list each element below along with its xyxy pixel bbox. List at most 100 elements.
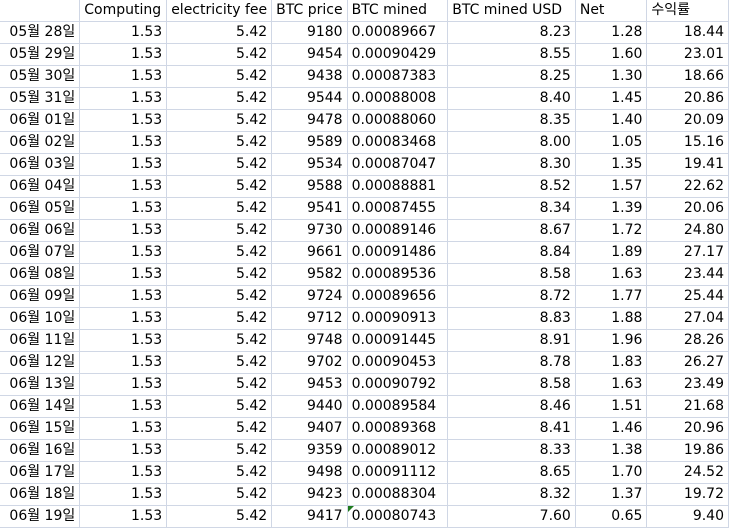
- electricity-fee-cell[interactable]: 5.42: [166, 153, 273, 176]
- electricity-fee-cell[interactable]: 5.42: [166, 65, 273, 88]
- profit-rate-cell[interactable]: 27.04: [646, 307, 729, 330]
- btc-mined-usd-cell[interactable]: 8.65: [447, 461, 576, 484]
- net-cell[interactable]: 1.70: [575, 461, 648, 484]
- btc-mined-usd-cell[interactable]: 8.58: [447, 373, 576, 396]
- profit-rate-cell[interactable]: 19.86: [646, 439, 729, 462]
- btc-mined-cell[interactable]: 0.00090913: [347, 307, 449, 330]
- profit-rate-cell[interactable]: 15.16: [646, 131, 729, 154]
- electricity-fee-cell[interactable]: 5.42: [166, 505, 273, 528]
- profit-rate-cell[interactable]: 26.27: [646, 351, 729, 374]
- computing-cell[interactable]: 1.53: [79, 21, 168, 44]
- net-cell[interactable]: 0.65: [575, 505, 648, 528]
- net-cell[interactable]: 1.63: [575, 263, 648, 286]
- computing-cell[interactable]: 1.53: [79, 373, 168, 396]
- date-cell[interactable]: 06월 09일: [0, 285, 81, 308]
- btc-mined-usd-cell[interactable]: 8.34: [447, 197, 576, 220]
- electricity-fee-cell[interactable]: 5.42: [166, 131, 273, 154]
- date-cell[interactable]: 06월 18일: [0, 483, 81, 506]
- btc-mined-cell[interactable]: 0.00089667: [347, 21, 449, 44]
- btc-mined-usd-cell[interactable]: 8.32: [447, 483, 576, 506]
- btc-mined-cell[interactable]: 0.00089146: [347, 219, 449, 242]
- btc-mined-usd-cell[interactable]: 8.35: [447, 109, 576, 132]
- net-cell[interactable]: 1.38: [575, 439, 648, 462]
- btc-mined-usd-cell[interactable]: 8.41: [447, 417, 576, 440]
- profit-rate-cell[interactable]: 20.96: [646, 417, 729, 440]
- computing-cell[interactable]: 1.53: [79, 153, 168, 176]
- net-cell[interactable]: 1.88: [575, 307, 648, 330]
- net-cell[interactable]: 1.39: [575, 197, 648, 220]
- profit-rate-cell[interactable]: 20.09: [646, 109, 729, 132]
- btc-mined-cell[interactable]: 0.00087047: [347, 153, 449, 176]
- header-cell-net[interactable]: Net: [575, 0, 648, 22]
- electricity-fee-cell[interactable]: 5.42: [166, 329, 273, 352]
- btc-mined-cell[interactable]: 0.00088881: [347, 175, 449, 198]
- date-cell[interactable]: 05월 31일: [0, 87, 81, 110]
- net-cell[interactable]: 1.96: [575, 329, 648, 352]
- computing-cell[interactable]: 1.53: [79, 241, 168, 264]
- btc-mined-cell[interactable]: 0.00087455: [347, 197, 449, 220]
- btc-price-cell[interactable]: 9454: [271, 43, 348, 66]
- date-cell[interactable]: 06월 19일: [0, 505, 81, 528]
- net-cell[interactable]: 1.40: [575, 109, 648, 132]
- net-cell[interactable]: 1.72: [575, 219, 648, 242]
- net-cell[interactable]: 1.30: [575, 65, 648, 88]
- date-cell[interactable]: 06월 13일: [0, 373, 81, 396]
- electricity-fee-cell[interactable]: 5.42: [166, 439, 273, 462]
- computing-cell[interactable]: 1.53: [79, 505, 168, 528]
- net-cell[interactable]: 1.37: [575, 483, 648, 506]
- date-cell[interactable]: 06월 05일: [0, 197, 81, 220]
- btc-price-cell[interactable]: 9588: [271, 175, 348, 198]
- profit-rate-cell[interactable]: 9.40: [646, 505, 729, 528]
- net-cell[interactable]: 1.83: [575, 351, 648, 374]
- btc-price-cell[interactable]: 9534: [271, 153, 348, 176]
- profit-rate-cell[interactable]: 22.62: [646, 175, 729, 198]
- computing-cell[interactable]: 1.53: [79, 263, 168, 286]
- btc-mined-usd-cell[interactable]: 8.33: [447, 439, 576, 462]
- profit-rate-cell[interactable]: 23.44: [646, 263, 729, 286]
- electricity-fee-cell[interactable]: 5.42: [166, 43, 273, 66]
- profit-rate-cell[interactable]: 24.52: [646, 461, 729, 484]
- computing-cell[interactable]: 1.53: [79, 439, 168, 462]
- profit-rate-cell[interactable]: 18.44: [646, 21, 729, 44]
- btc-mined-usd-cell[interactable]: 8.84: [447, 241, 576, 264]
- profit-rate-cell[interactable]: 20.06: [646, 197, 729, 220]
- btc-mined-cell[interactable]: 0.00090429: [347, 43, 449, 66]
- date-cell[interactable]: 06월 08일: [0, 263, 81, 286]
- btc-mined-usd-cell[interactable]: 8.25: [447, 65, 576, 88]
- btc-mined-cell[interactable]: 0.00089012: [347, 439, 449, 462]
- electricity-fee-cell[interactable]: 5.42: [166, 373, 273, 396]
- date-cell[interactable]: 06월 17일: [0, 461, 81, 484]
- computing-cell[interactable]: 1.53: [79, 131, 168, 154]
- profit-rate-cell[interactable]: 25.44: [646, 285, 729, 308]
- electricity-fee-cell[interactable]: 5.42: [166, 175, 273, 198]
- header-cell-profit-rate[interactable]: 수익률: [646, 0, 729, 22]
- computing-cell[interactable]: 1.53: [79, 417, 168, 440]
- computing-cell[interactable]: 1.53: [79, 395, 168, 418]
- computing-cell[interactable]: 1.53: [79, 219, 168, 242]
- net-cell[interactable]: 1.77: [575, 285, 648, 308]
- btc-price-cell[interactable]: 9478: [271, 109, 348, 132]
- profit-rate-cell[interactable]: 19.41: [646, 153, 729, 176]
- net-cell[interactable]: 1.46: [575, 417, 648, 440]
- computing-cell[interactable]: 1.53: [79, 65, 168, 88]
- header-cell-btc-price[interactable]: BTC price: [271, 0, 348, 22]
- btc-mined-usd-cell[interactable]: 8.23: [447, 21, 576, 44]
- btc-price-cell[interactable]: 9730: [271, 219, 348, 242]
- net-cell[interactable]: 1.51: [575, 395, 648, 418]
- date-cell[interactable]: 06월 14일: [0, 395, 81, 418]
- date-cell[interactable]: 06월 15일: [0, 417, 81, 440]
- btc-mined-usd-cell[interactable]: 8.30: [447, 153, 576, 176]
- net-cell[interactable]: 1.57: [575, 175, 648, 198]
- btc-mined-usd-cell[interactable]: 8.67: [447, 219, 576, 242]
- header-cell-btc-mined[interactable]: BTC mined: [347, 0, 449, 22]
- date-cell[interactable]: 06월 16일: [0, 439, 81, 462]
- btc-mined-cell[interactable]: 0.00088304: [347, 483, 449, 506]
- date-cell[interactable]: 06월 02일: [0, 131, 81, 154]
- btc-mined-usd-cell[interactable]: 7.60: [447, 505, 576, 528]
- btc-price-cell[interactable]: 9748: [271, 329, 348, 352]
- electricity-fee-cell[interactable]: 5.42: [166, 87, 273, 110]
- electricity-fee-cell[interactable]: 5.42: [166, 197, 273, 220]
- electricity-fee-cell[interactable]: 5.42: [166, 21, 273, 44]
- electricity-fee-cell[interactable]: 5.42: [166, 483, 273, 506]
- profit-rate-cell[interactable]: 18.66: [646, 65, 729, 88]
